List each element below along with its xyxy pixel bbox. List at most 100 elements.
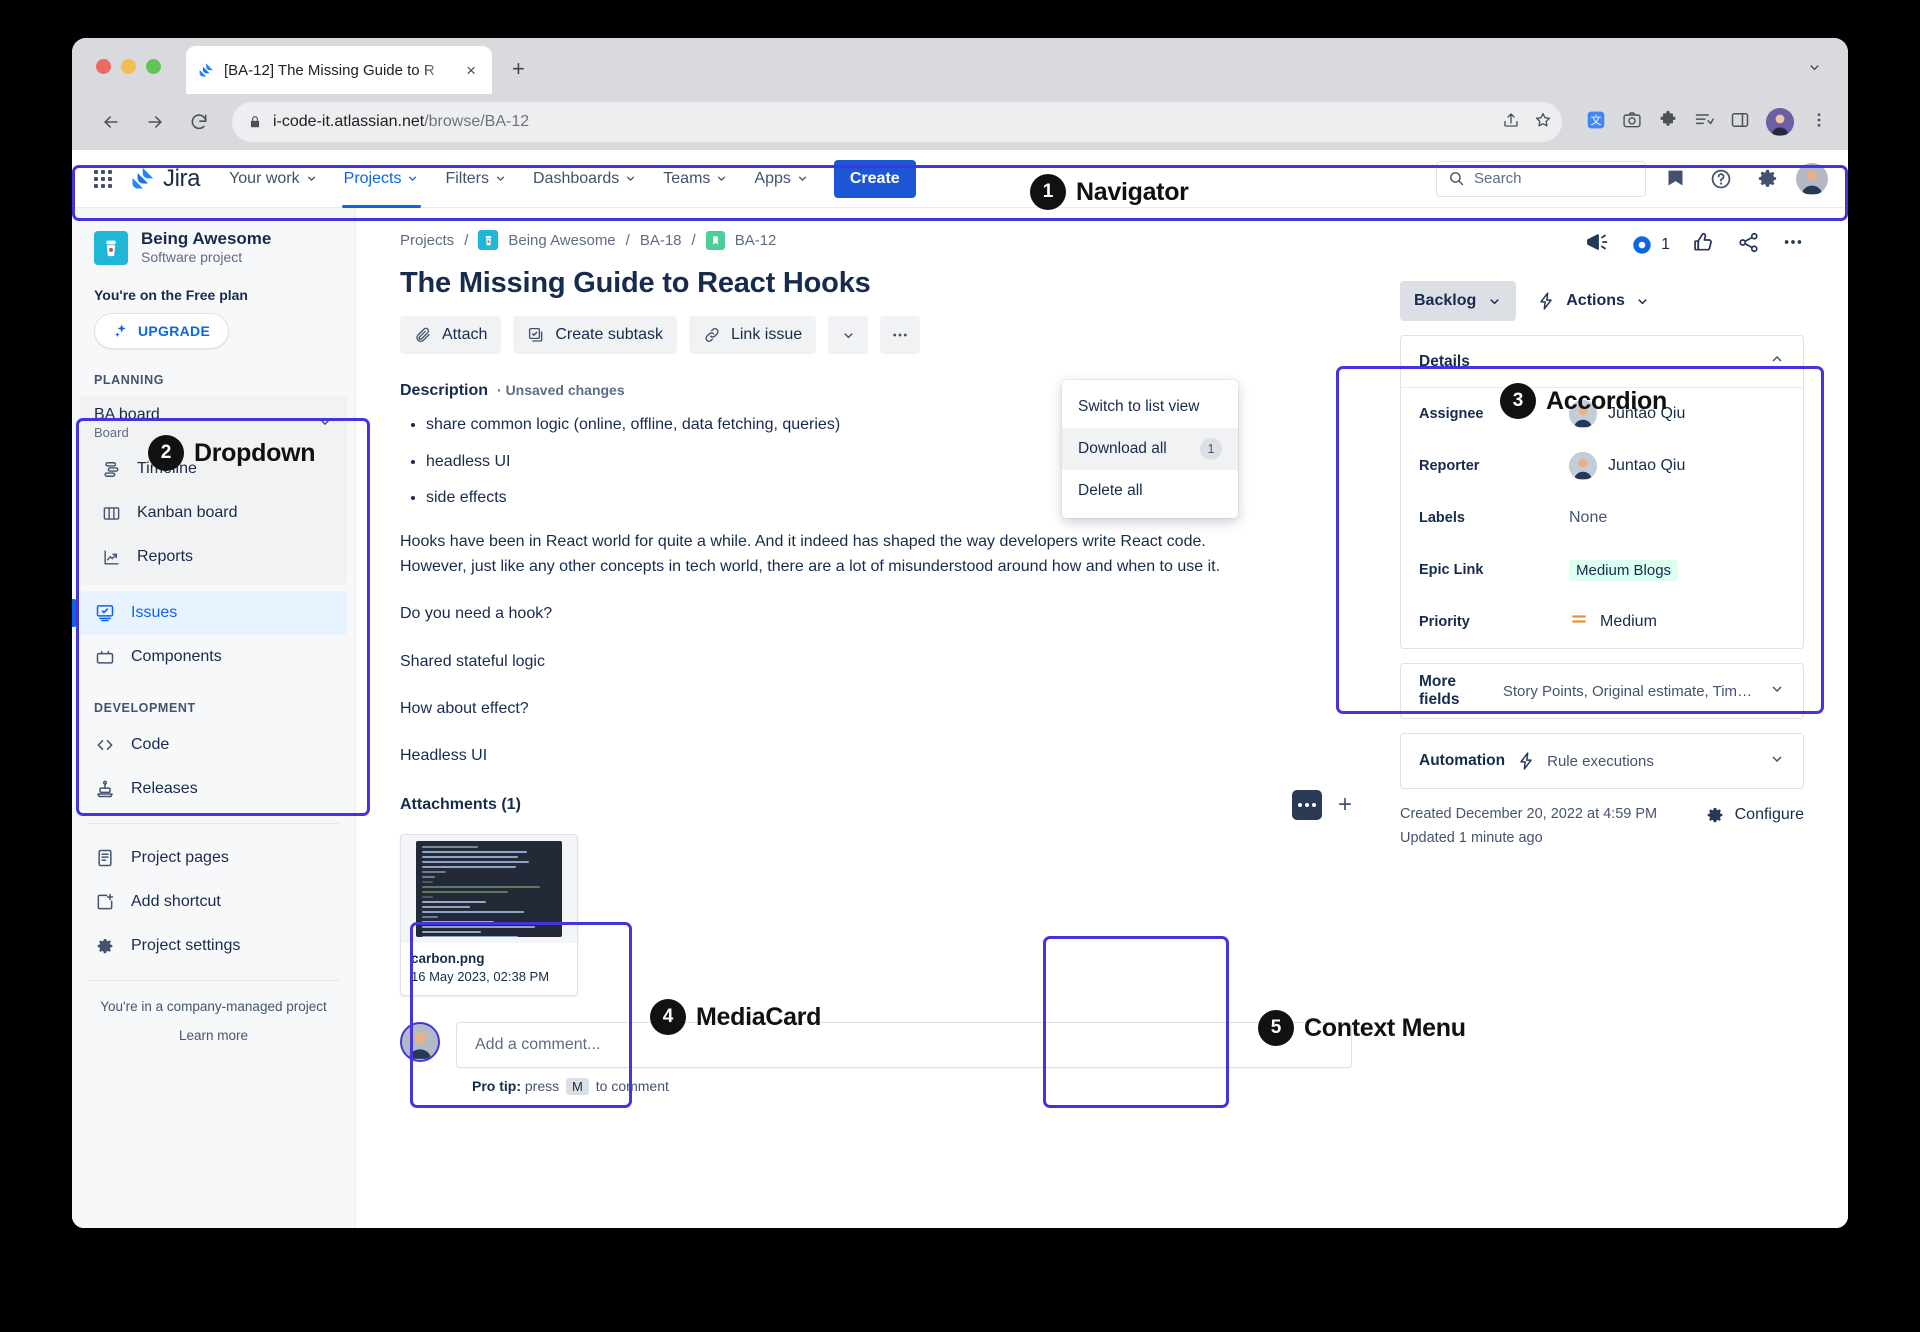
epic-link-lozenge[interactable]: Medium Blogs: [1569, 559, 1679, 581]
configure-button[interactable]: Configure: [1705, 803, 1804, 825]
gear-icon: [94, 936, 116, 956]
sidebar-item-releases[interactable]: Releases: [80, 767, 347, 811]
window-controls[interactable]: [96, 59, 161, 74]
attach-label: Attach: [442, 326, 488, 343]
status-dropdown[interactable]: Backlog: [1400, 281, 1517, 321]
automation-header[interactable]: Automation Rule executions: [1401, 734, 1803, 788]
nav-apps[interactable]: Apps: [743, 160, 819, 198]
add-attachment-button[interactable]: +: [1338, 793, 1352, 817]
user-avatar[interactable]: [1796, 162, 1828, 195]
field-priority[interactable]: Priority Medium: [1401, 596, 1803, 648]
breadcrumb-projects[interactable]: Projects: [400, 232, 454, 249]
chevron-up-icon: [1769, 351, 1785, 372]
sidebar-item-issues[interactable]: Issues: [72, 591, 347, 636]
attach-button[interactable]: Attach: [400, 316, 502, 354]
upgrade-button[interactable]: UPGRADE: [94, 313, 230, 350]
nav-label: Your work: [229, 169, 300, 187]
back-button[interactable]: [92, 103, 130, 141]
watchers-control[interactable]: 1: [1631, 234, 1670, 256]
nav-your-work[interactable]: Your work: [218, 160, 329, 198]
sidebar-item-kanban-board[interactable]: Kanban board: [86, 491, 341, 535]
field-labels[interactable]: Labels None: [1401, 492, 1803, 544]
pro-tip-key: M: [566, 1078, 589, 1096]
maximize-window-button[interactable]: [146, 59, 161, 74]
sidebar-item-reports[interactable]: Reports: [86, 535, 341, 579]
extensions-puzzle-icon[interactable]: [1658, 110, 1678, 135]
annotation-label: Accordion: [1546, 386, 1667, 415]
pro-tip-prefix: Pro tip:: [472, 1078, 521, 1095]
field-reporter[interactable]: Reporter Juntao Qiu: [1401, 440, 1803, 492]
jira-logo[interactable]: Jira: [124, 165, 214, 193]
notifications-icon[interactable]: [1658, 162, 1692, 196]
learn-more-link[interactable]: Learn more: [72, 1016, 355, 1045]
nav-dashboards[interactable]: Dashboards: [522, 160, 648, 198]
sidebar-item-project-pages[interactable]: Project pages: [80, 836, 347, 880]
minimize-window-button[interactable]: [121, 59, 136, 74]
breadcrumb-parent-issue[interactable]: BA-18: [640, 232, 682, 249]
app-switcher-icon[interactable]: [86, 162, 120, 196]
give-feedback-icon[interactable]: [1585, 230, 1609, 259]
like-icon[interactable]: [1692, 231, 1715, 259]
address-bar[interactable]: i-code-it.atlassian.net/browse/BA-12: [232, 102, 1562, 142]
reload-button[interactable]: [180, 103, 218, 141]
actions-dropdown[interactable]: Actions: [1530, 291, 1656, 311]
bookmark-star-icon[interactable]: [1534, 111, 1552, 134]
nav-projects[interactable]: Projects: [333, 160, 431, 208]
tab-list-chevron-icon[interactable]: [1807, 60, 1822, 80]
description-body[interactable]: share common logic (online, offline, dat…: [400, 414, 1388, 768]
sidebar-item-components[interactable]: Components: [80, 635, 347, 679]
attachment-meta: carbon.png 16 May 2023, 02:38 PM: [401, 943, 577, 995]
project-header[interactable]: Being Awesome Software project: [72, 228, 355, 267]
translate-icon[interactable]: 文: [1586, 110, 1606, 135]
browser-tab[interactable]: [BA-12] The Missing Guide to R ×: [186, 46, 492, 94]
nav-filters[interactable]: Filters: [434, 160, 518, 198]
sidebar-item-code[interactable]: Code: [80, 723, 347, 767]
create-button[interactable]: Create: [833, 159, 916, 198]
breadcrumb-current-issue[interactable]: BA-12: [735, 232, 777, 249]
help-icon[interactable]: [1704, 162, 1738, 196]
context-menu-item-label: Switch to list view: [1078, 398, 1200, 415]
sidebar-item-label: Reports: [137, 548, 194, 566]
context-menu-item-switch-to-list-view[interactable]: Switch to list view: [1062, 386, 1238, 428]
nav-teams[interactable]: Teams: [652, 160, 739, 198]
close-tab-button[interactable]: ×: [462, 60, 480, 81]
comment-input[interactable]: Add a comment...: [456, 1022, 1352, 1069]
reading-list-icon[interactable]: [1694, 110, 1714, 135]
field-epic-link[interactable]: Epic Link Medium Blogs: [1401, 544, 1803, 596]
context-menu-item-label: Delete all: [1078, 482, 1143, 499]
context-menu-item-delete-all[interactable]: Delete all: [1062, 470, 1238, 512]
details-accordion-header[interactable]: Details: [1401, 336, 1803, 388]
close-window-button[interactable]: [96, 59, 111, 74]
browser-toolbar: i-code-it.atlassian.net/browse/BA-12 文: [72, 94, 1848, 150]
settings-gear-icon[interactable]: [1750, 162, 1784, 196]
sidebar-item-project-settings[interactable]: Project settings: [80, 924, 347, 968]
screenshot-icon[interactable]: [1622, 110, 1642, 135]
attachments-options-button[interactable]: [1291, 790, 1322, 821]
attachment-media-card[interactable]: carbon.png 16 May 2023, 02:38 PM: [400, 834, 578, 997]
actions-label: Actions: [1566, 292, 1625, 309]
breadcrumb-project[interactable]: Being Awesome: [508, 232, 615, 249]
svg-text:文: 文: [1591, 113, 1602, 127]
create-subtask-button[interactable]: Create subtask: [513, 316, 677, 354]
context-menu-item-download-all[interactable]: Download all 1: [1062, 428, 1238, 470]
search-input[interactable]: Search: [1436, 160, 1646, 197]
browser-profile-avatar[interactable]: [1766, 108, 1794, 136]
browser-tab-title: [BA-12] The Missing Guide to R: [224, 61, 435, 79]
project-name: Being Awesome: [141, 229, 272, 248]
forward-button[interactable]: [136, 103, 174, 141]
more-fields-card[interactable]: More fields Story Points, Original estim…: [1400, 663, 1804, 719]
side-panel-icon[interactable]: [1730, 110, 1750, 135]
browser-menu-icon[interactable]: [1810, 111, 1828, 134]
page-icon: [94, 848, 116, 868]
more-actions-caret-button[interactable]: [828, 316, 869, 354]
share-page-icon[interactable]: [1502, 111, 1520, 134]
more-options-button[interactable]: [880, 316, 921, 354]
more-fields-header[interactable]: More fields Story Points, Original estim…: [1401, 664, 1803, 718]
automation-card[interactable]: Automation Rule executions: [1400, 733, 1804, 789]
browser-tabstrip: [BA-12] The Missing Guide to R × +: [72, 38, 1848, 94]
link-issue-button[interactable]: Link issue: [688, 316, 817, 354]
share-icon[interactable]: [1737, 231, 1760, 259]
new-tab-button[interactable]: +: [512, 58, 525, 80]
issue-more-actions-icon[interactable]: [1782, 231, 1804, 258]
sidebar-item-add-shortcut[interactable]: Add shortcut: [80, 880, 347, 924]
